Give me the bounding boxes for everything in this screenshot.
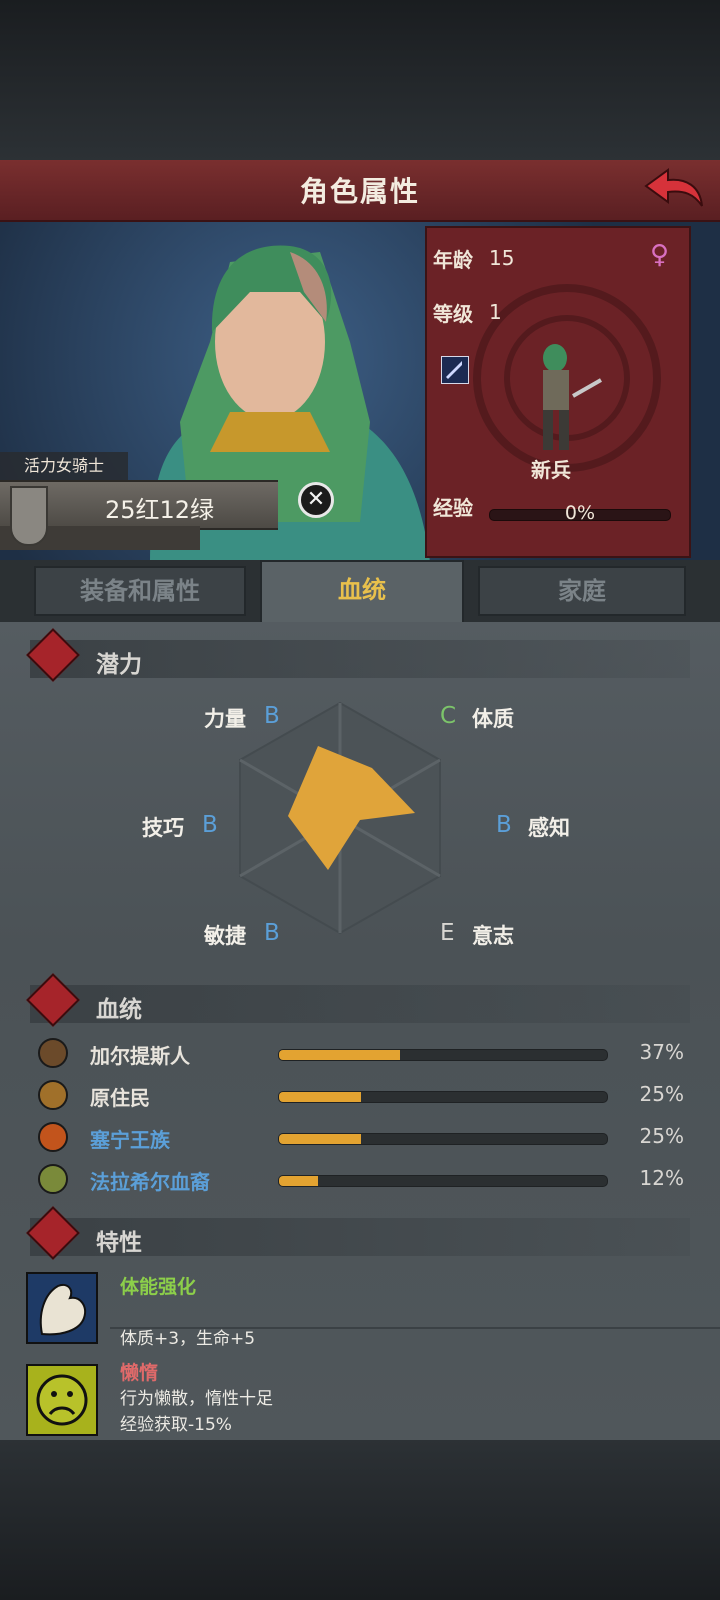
- bloodline-row[interactable]: 法拉希尔血裔 12%: [38, 1164, 684, 1198]
- potential-title: 潜力: [96, 652, 142, 678]
- tab-bloodline[interactable]: 血统: [260, 560, 464, 622]
- attr-will-grade: E: [440, 920, 455, 946]
- bloodline-section-header: 血统: [26, 973, 690, 1027]
- attr-perception-grade: B: [496, 812, 512, 838]
- level-label: 等级: [433, 302, 473, 326]
- tab-equipment[interactable]: 装备和属性: [34, 566, 246, 616]
- bloodline-bar: [278, 1175, 608, 1187]
- class-title: 活力女骑士: [0, 452, 128, 480]
- character-name: 25红12绿: [105, 496, 215, 524]
- top-background: [0, 0, 720, 160]
- bloodline-percent: 25%: [639, 1082, 684, 1106]
- bloodline-bar: [278, 1049, 608, 1061]
- tree-emblem-icon: [38, 1164, 68, 1194]
- header-bar: 角色属性: [0, 160, 720, 222]
- age-label: 年龄: [433, 248, 473, 272]
- bloodline-name: 法拉希尔血裔: [90, 1170, 210, 1194]
- bloodline-name: 塞宁王族: [90, 1128, 170, 1152]
- bloodline-bar: [278, 1133, 608, 1145]
- royal-sun-icon: [38, 1122, 68, 1152]
- level-value: 1: [489, 300, 502, 324]
- bloodline-bar-fill: [279, 1092, 361, 1102]
- attr-strength-label: 力量: [204, 707, 246, 731]
- attr-agility-grade: B: [264, 920, 280, 946]
- traits-title: 特性: [96, 1230, 142, 1256]
- potential-hexagon-chart: [239, 701, 441, 935]
- potential-section-header: 潜力: [26, 628, 690, 682]
- bloodline-row[interactable]: 加尔提斯人 37%: [38, 1038, 684, 1072]
- trait-desc: 行为懒散，惰性十足: [120, 1389, 273, 1409]
- attr-perception-label: 感知: [528, 816, 570, 840]
- exp-percent: 0%: [564, 502, 596, 524]
- bloodline-bar-fill: [279, 1134, 361, 1144]
- bloodline-row[interactable]: 塞宁王族 25%: [38, 1122, 684, 1156]
- attr-will-label: 意志: [472, 924, 514, 948]
- trait-divider: [110, 1327, 720, 1329]
- back-arrow-icon[interactable]: [642, 166, 706, 214]
- trait-desc-2: 经验获取-15%: [120, 1415, 232, 1435]
- bloodline-title: 血统: [96, 997, 142, 1023]
- bloodline-row[interactable]: 原住民 25%: [38, 1080, 684, 1114]
- close-x-icon: ✕: [306, 487, 326, 512]
- age-value: 15: [489, 246, 515, 270]
- muscle-arm-icon: [26, 1272, 98, 1344]
- tab-family[interactable]: 家庭: [478, 566, 686, 616]
- page-title: 角色属性: [299, 175, 420, 208]
- sad-face-icon: [26, 1364, 98, 1436]
- female-symbol-icon: ♀: [649, 240, 669, 270]
- trait-item[interactable]: 懒惰 行为懒散，惰性十足 经验获取-15%: [26, 1362, 720, 1440]
- rename-button[interactable]: ✕: [298, 482, 334, 518]
- attr-constitution-grade: C: [440, 703, 457, 729]
- bloodline-bar: [278, 1091, 608, 1103]
- bloodline-percent: 37%: [639, 1040, 684, 1064]
- traits-section-header: 特性: [26, 1206, 690, 1260]
- exp-label: 经验: [433, 496, 473, 520]
- trait-item[interactable]: 体能强化 体质+3，生命+5: [26, 1272, 720, 1349]
- bloodline-name: 原住民: [90, 1086, 150, 1110]
- bloodline-name: 加尔提斯人: [90, 1044, 190, 1068]
- attr-constitution-label: 体质: [472, 707, 514, 731]
- attr-skill-grade: B: [202, 812, 218, 838]
- native-leaf-icon: [38, 1080, 68, 1110]
- exp-progress-bar: 0%: [489, 502, 671, 524]
- bloodline-percent: 12%: [639, 1166, 684, 1190]
- attr-strength-grade: B: [264, 703, 280, 729]
- attr-agility-label: 敏捷: [204, 924, 246, 948]
- bloodline-bar-fill: [279, 1050, 401, 1060]
- bottom-background: [0, 1440, 720, 1600]
- rank-label: 新兵: [531, 458, 571, 482]
- soldier-figure: [543, 344, 602, 450]
- heraldry-shield-icon[interactable]: [10, 486, 48, 546]
- tab-bar: 装备和属性 血统 家庭: [0, 560, 720, 622]
- galtis-emblem-icon: [38, 1038, 68, 1068]
- trait-name: 体能强化: [120, 1276, 197, 1298]
- attr-skill-label: 技巧: [142, 816, 184, 840]
- trait-name: 懒惰: [120, 1362, 159, 1384]
- bloodline-bar-fill: [279, 1176, 319, 1186]
- bloodline-percent: 25%: [639, 1124, 684, 1148]
- character-info-card: 年龄 15 ♀ 等级 1 新兵 经验 0%: [425, 226, 691, 558]
- sword-rank-icon: [441, 356, 469, 384]
